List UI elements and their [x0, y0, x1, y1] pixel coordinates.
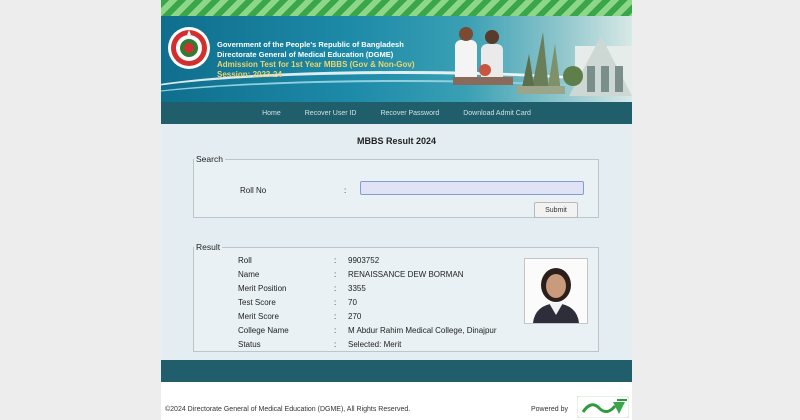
result-panel: Result Roll : 9903752 Name : RENAISSANCE… — [193, 242, 599, 352]
result-label: Roll — [238, 256, 252, 265]
bangladesh-govt-seal-icon — [168, 27, 210, 69]
dgme-title: Directorate General of Medical Education… — [217, 50, 394, 59]
result-value: 70 — [348, 298, 357, 307]
candidate-photo — [524, 258, 588, 324]
roll-no-colon: : — [344, 186, 347, 195]
result-value: RENAISSANCE DEW BORMAN — [348, 270, 464, 279]
session-title: Session: 2023-24 — [217, 70, 282, 79]
roll-no-input[interactable] — [360, 181, 584, 195]
result-legend: Result — [196, 242, 221, 252]
result-value: Selected: Merit — [348, 340, 402, 349]
result-value: M Abdur Rahim Medical College, Dinajpur — [348, 326, 497, 335]
result-value: 9903752 — [348, 256, 380, 265]
powered-by-label: Powered by — [531, 406, 568, 413]
page-title: MBBS Result 2024 — [356, 136, 437, 146]
footer-bar — [161, 360, 632, 382]
content-area: MBBS Result 2024 Search Roll No : Submit… — [161, 124, 632, 360]
search-legend: Search — [196, 154, 223, 164]
result-label: Merit Position — [238, 284, 287, 293]
footer: ©2024 Directorate General of Medical Edu… — [161, 382, 632, 420]
page: Government of the People's Republic of B… — [161, 0, 632, 420]
exam-title: Admission Test for 1st Year MBBS (Gov & … — [217, 60, 415, 69]
result-label: Name — [238, 270, 260, 279]
copyright-text: ©2024 Directorate General of Medical Edu… — [165, 406, 411, 413]
medical-banner-illustration — [453, 27, 632, 96]
result-label: Test Score — [238, 298, 276, 307]
top-stripe — [161, 0, 632, 16]
result-label: College Name — [238, 326, 289, 335]
nav-recover-user-id[interactable]: Recover User ID — [305, 110, 357, 117]
nav-home[interactable]: Home — [262, 110, 281, 117]
result-label: Status — [238, 340, 261, 349]
nav-download-admit-card[interactable]: Download Admit Card — [463, 110, 531, 117]
header-text: Government of the People's Republic of B… — [217, 40, 415, 80]
result-label: Merit Score — [238, 312, 279, 321]
govt-title: Government of the People's Republic of B… — [217, 40, 404, 49]
submit-button[interactable]: Submit — [534, 202, 578, 218]
nav-recover-password[interactable]: Recover Password — [380, 110, 439, 117]
roll-no-label: Roll No — [240, 186, 267, 195]
header-banner: Government of the People's Republic of B… — [161, 16, 632, 102]
teletalk-logo-icon[interactable] — [577, 396, 629, 418]
nav-bar: Home Recover User ID Recover Password Do… — [161, 102, 632, 124]
result-value: 270 — [348, 312, 362, 321]
search-panel: Search Roll No : Submit — [193, 154, 599, 218]
result-value: 3355 — [348, 284, 366, 293]
